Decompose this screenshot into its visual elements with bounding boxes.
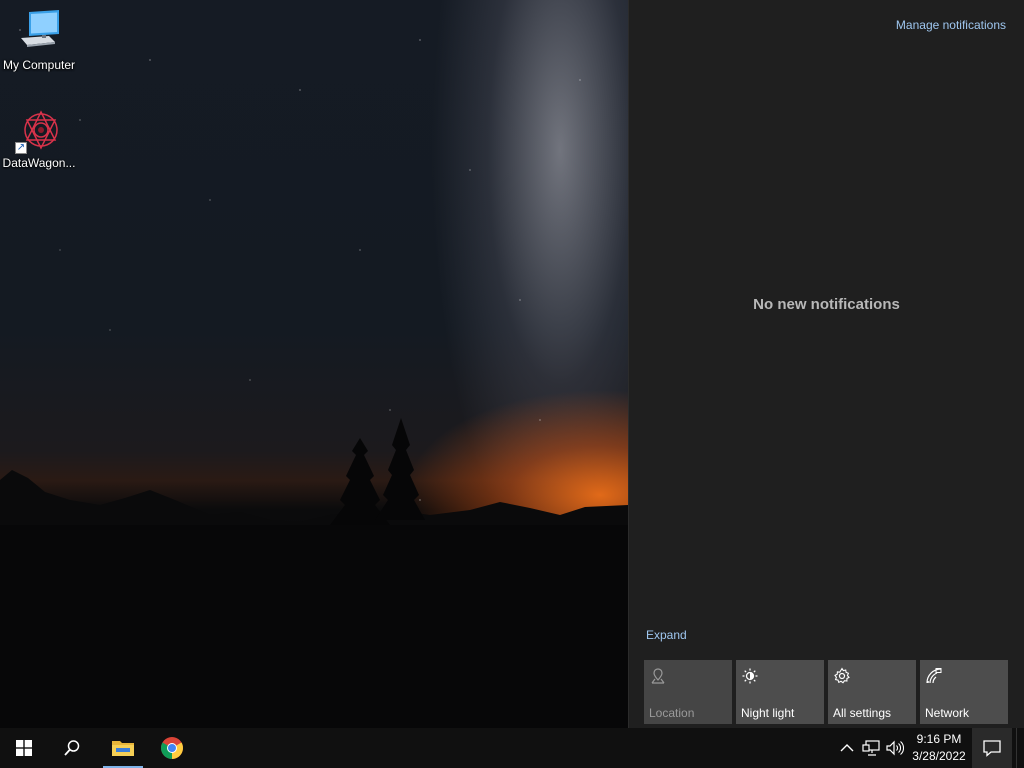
quick-action-location[interactable]: Location — [644, 660, 732, 724]
tray-volume-button[interactable] — [885, 738, 905, 758]
action-center-panel: Manage notifications No new notification… — [628, 0, 1024, 728]
ethernet-network-icon — [862, 740, 880, 756]
start-button[interactable] — [0, 728, 48, 768]
quick-action-label: All settings — [833, 706, 892, 720]
desktop-icon-label: My Computer — [2, 58, 76, 72]
show-hidden-icons-button[interactable] — [837, 738, 857, 758]
chevron-up-icon — [840, 744, 854, 752]
datawagon-icon: ↗ — [15, 106, 63, 154]
quick-actions: Location Night light All settings Networ… — [644, 660, 1008, 724]
quick-action-night-light[interactable]: Night light — [736, 660, 824, 724]
taskbar-chrome[interactable] — [148, 728, 196, 768]
desktop-icon-my-computer[interactable]: My Computer — [0, 8, 78, 72]
taskbar: 9:16 PM 3/28/2022 — [0, 728, 1024, 768]
folder-icon — [112, 741, 134, 756]
clock-date: 3/28/2022 — [912, 749, 966, 763]
quick-action-label: Night light — [741, 706, 795, 720]
computer-icon — [15, 8, 63, 56]
search-button[interactable] — [48, 728, 96, 768]
search-icon — [64, 740, 80, 756]
quick-action-label: Location — [649, 706, 695, 720]
show-desktop-button[interactable] — [1016, 728, 1024, 768]
no-notifications-message: No new notifications — [753, 296, 900, 313]
night-light-icon — [742, 668, 758, 684]
taskbar-file-explorer[interactable] — [99, 728, 147, 768]
desktop-wallpaper — [0, 0, 628, 728]
desktop-icon-label: DataWagon... — [2, 156, 76, 170]
gear-icon — [834, 667, 850, 684]
quick-action-network[interactable]: Network — [920, 660, 1008, 724]
location-icon — [651, 668, 665, 684]
notification-icon — [983, 740, 1001, 757]
wallpaper-mountains — [0, 418, 628, 728]
manage-notifications-link[interactable]: Manage notifications — [896, 18, 1006, 32]
quick-action-label: Network — [925, 706, 970, 720]
desktop-icon-datawagon[interactable]: ↗ DataWagon... — [0, 106, 78, 170]
taskbar-clock[interactable]: 9:16 PM 3/28/2022 — [906, 731, 972, 765]
quick-action-all-settings[interactable]: All settings — [828, 660, 916, 724]
shortcut-arrow-icon: ↗ — [15, 142, 27, 154]
chrome-icon — [161, 737, 183, 759]
clock-time: 9:16 PM — [916, 732, 962, 746]
expand-link[interactable]: Expand — [646, 628, 687, 642]
windows-logo-icon — [16, 740, 32, 756]
speaker-icon — [886, 740, 904, 756]
action-center-button[interactable] — [972, 728, 1012, 768]
tray-network-button[interactable] — [861, 738, 881, 758]
network-icon — [926, 668, 942, 684]
